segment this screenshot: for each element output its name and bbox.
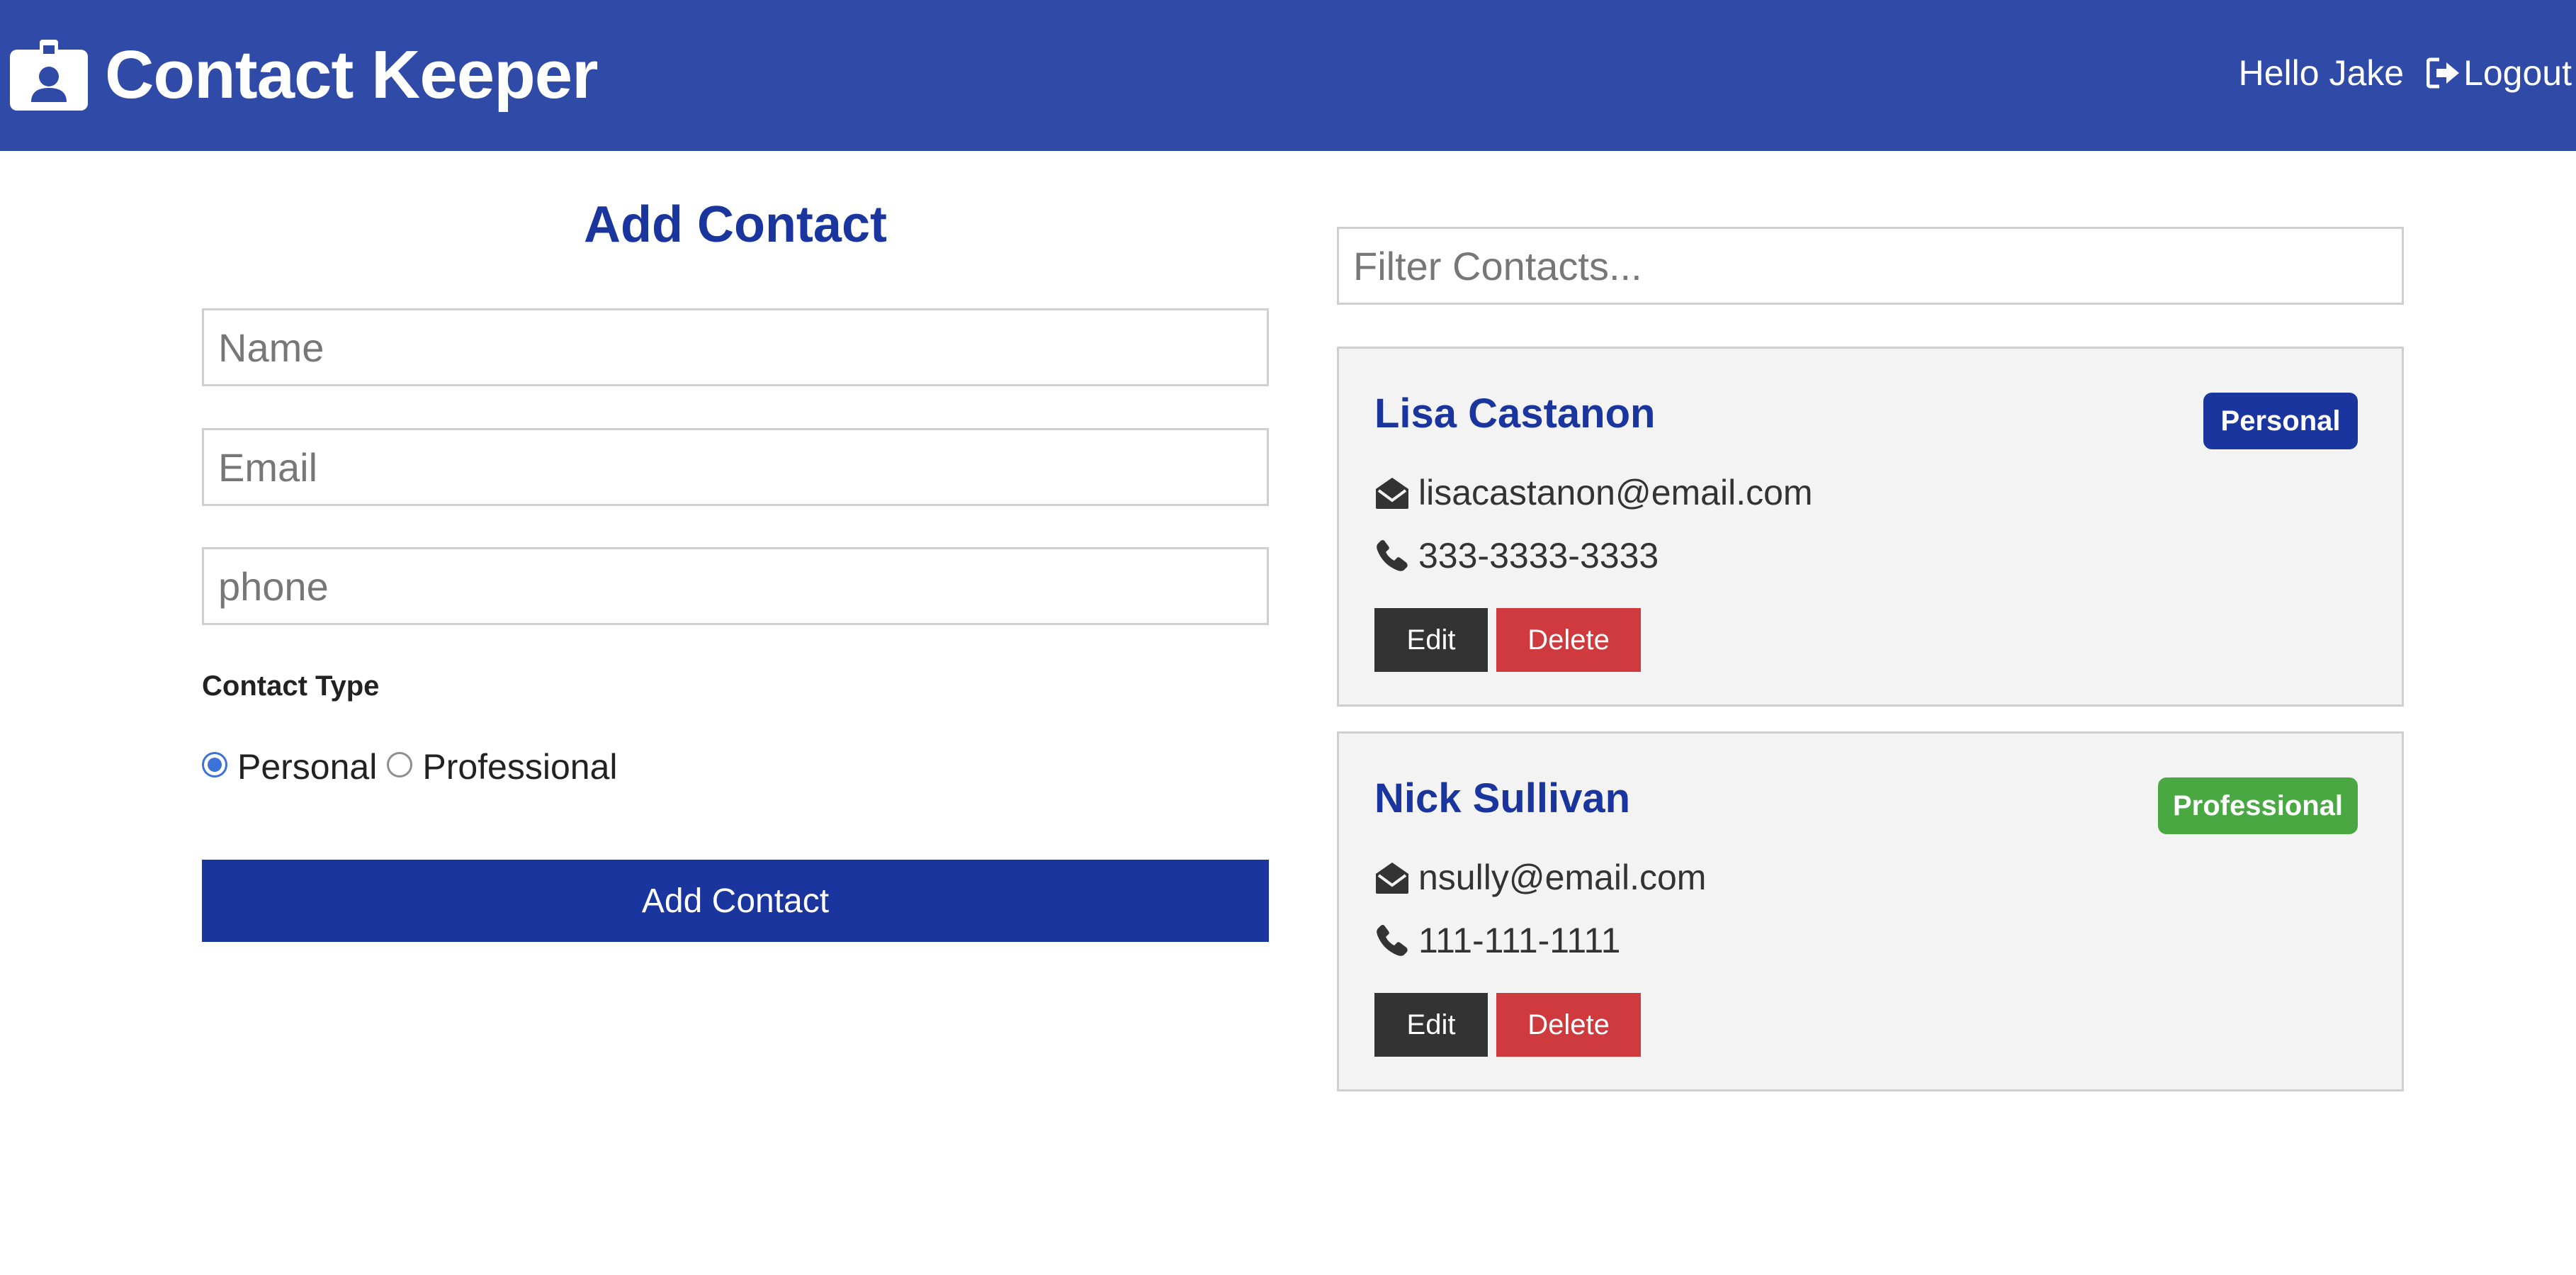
- email-input[interactable]: [202, 428, 1269, 506]
- user-greeting: Hello Jake: [2238, 53, 2405, 93]
- filter-input[interactable]: [1337, 227, 2404, 305]
- contact-phone: 111-111-1111: [1418, 921, 1621, 960]
- logout-link[interactable]: Logout: [2427, 52, 2572, 94]
- name-input[interactable]: [202, 308, 1269, 386]
- contact-email-row: nsully@email.com: [1374, 856, 1706, 899]
- contact-type-badge: Professional: [2158, 777, 2358, 834]
- contact-phone-row: 333-3333-3333: [1374, 534, 1659, 577]
- contact-card: Nick Sullivan Professional nsully@email.…: [1337, 731, 2404, 1091]
- edit-button[interactable]: Edit: [1374, 608, 1488, 672]
- phone-icon: [1377, 925, 1408, 956]
- form-title: Add Contact: [584, 196, 887, 253]
- contact-email-row: lisacastanon@email.com: [1374, 471, 1813, 514]
- navbar: Contact Keeper Hello Jake Logout: [0, 0, 2576, 151]
- contact-phone: 333-3333-3333: [1418, 536, 1659, 575]
- user-nav: Hello Jake Logout: [2239, 48, 2572, 98]
- envelope-open-icon: [1376, 478, 1408, 509]
- contact-name: Lisa Castanon: [1374, 391, 1656, 437]
- sign-out-icon: [2427, 57, 2460, 89]
- app-title: Contact Keeper: [105, 37, 598, 113]
- contact-email: lisacastanon@email.com: [1418, 473, 1813, 512]
- delete-button[interactable]: Delete: [1496, 993, 1641, 1057]
- phone-input[interactable]: [202, 547, 1269, 625]
- radio-personal[interactable]: [202, 752, 227, 777]
- add-contact-button[interactable]: Add Contact: [202, 860, 1269, 942]
- contact-type-badge: Personal: [2203, 393, 2358, 449]
- phone-icon: [1377, 540, 1408, 571]
- envelope-open-icon: [1376, 863, 1408, 894]
- contact-phone-row: 111-111-1111: [1374, 919, 1620, 962]
- delete-button[interactable]: Delete: [1496, 608, 1641, 672]
- contact-type-label: Contact Type: [202, 670, 380, 702]
- contact-email: nsully@email.com: [1418, 858, 1707, 897]
- edit-button[interactable]: Edit: [1374, 993, 1488, 1057]
- radio-personal-label: Personal: [237, 747, 378, 787]
- contact-name: Nick Sullivan: [1374, 775, 1631, 821]
- radio-professional[interactable]: [387, 752, 413, 777]
- radio-professional-label: Professional: [422, 747, 618, 787]
- logout-label: Logout: [2463, 53, 2572, 93]
- id-badge-icon: [10, 40, 88, 111]
- contact-card: Lisa Castanon Personal lisacastanon@emai…: [1337, 347, 2404, 707]
- brand[interactable]: Contact Keeper: [10, 34, 598, 116]
- contact-type-radios: Personal Professional: [202, 746, 628, 787]
